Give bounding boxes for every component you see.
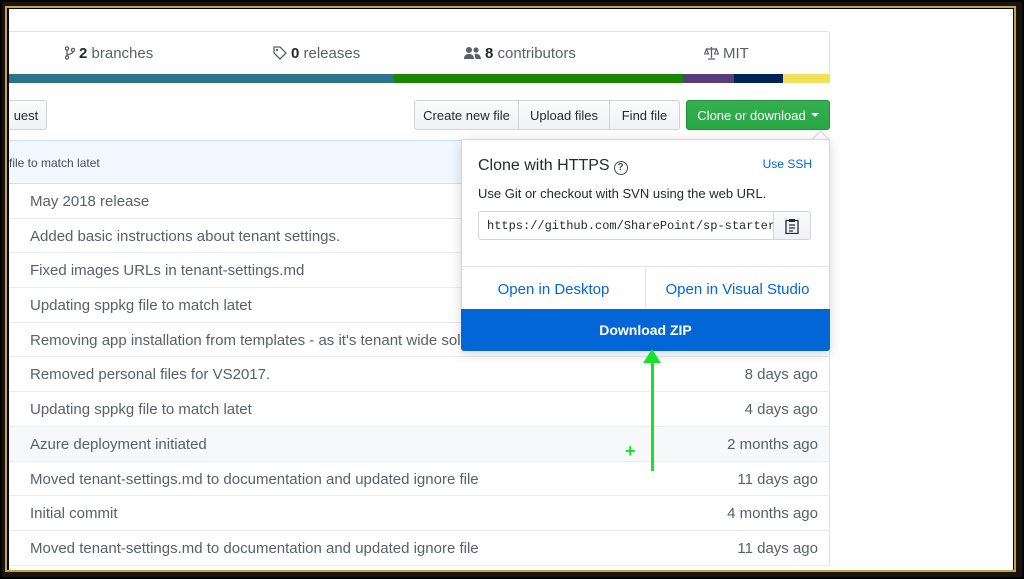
clipboard-icon (785, 218, 799, 234)
pull-request-button[interactable]: uest (9, 100, 47, 130)
commit-message-link[interactable]: Moved tenant-settings.md to documentatio… (30, 471, 479, 488)
clone-or-download-button[interactable]: Clone or download (686, 100, 830, 130)
clone-url-input[interactable]: https://github.com/SharePoint/sp-starter… (478, 211, 774, 240)
contributors-link[interactable]: 8 contributors (464, 45, 576, 62)
upload-files-button[interactable]: Upload files (518, 100, 610, 130)
releases-link[interactable]: 0 releases (273, 45, 360, 62)
annotation-plus-cursor: + (625, 441, 636, 461)
license-label: MIT (723, 45, 749, 62)
clone-or-download-label: Clone or download (697, 107, 806, 123)
clone-dropdown: Clone with HTTPS? Use SSH Use Git or che… (461, 139, 830, 351)
commit-age: 4 months ago (727, 505, 818, 523)
branch-icon (64, 46, 76, 60)
file-row[interactable]: Updating sppkg file to match latet 4 days… (9, 392, 830, 427)
language-segment (783, 74, 830, 83)
language-segment (394, 74, 683, 83)
commit-message-link[interactable]: Removing app installation from templates… (30, 332, 469, 349)
pull-request-label: uest (13, 107, 39, 123)
upload-files-label: Upload files (530, 107, 598, 123)
copy-to-clipboard-button[interactable] (773, 211, 811, 240)
commit-message-link[interactable]: Fixed images URLs in tenant-settings.md (30, 262, 304, 279)
commit-message-link[interactable]: Updating sppkg file to match latet (30, 297, 252, 314)
commit-age: 11 days ago (737, 539, 818, 557)
caret-down-icon (810, 113, 819, 117)
commit-message-link[interactable]: Added basic instructions about tenant se… (30, 228, 340, 245)
commit-message-link[interactable]: Updating sppkg file to match latet (30, 401, 252, 418)
repo-summary: 2 branches 0 releases 8 contributors MIT (9, 31, 830, 75)
open-options: Open in Desktop Open in Visual Studio (462, 266, 829, 311)
help-icon[interactable]: ? (613, 161, 628, 175)
find-file-label: Find file (621, 107, 668, 123)
clone-description: Use Git or checkout with SVN using the w… (478, 186, 767, 201)
language-segment (9, 74, 394, 83)
commit-message-link[interactable]: Azure deployment initiated (30, 436, 207, 453)
commit-message-link[interactable]: Removed personal files for VS2017. (30, 366, 270, 383)
create-new-file-label: Create new file (423, 107, 510, 123)
file-row[interactable]: Initial commit 4 months ago (9, 496, 830, 531)
language-bar[interactable] (9, 74, 830, 83)
github-repo-page: 2 branches 0 releases 8 contributors MIT… (9, 9, 1013, 570)
annotation-arrow-line (651, 359, 654, 471)
releases-label: releases (299, 45, 361, 62)
license-link[interactable]: MIT (703, 45, 749, 62)
commit-message-link[interactable]: Moved tenant-settings.md to documentatio… (30, 540, 479, 557)
file-row[interactable]: Moved tenant-settings.md to documentatio… (9, 530, 830, 566)
tag-icon (273, 46, 287, 60)
branches-link[interactable]: 2 branches (64, 45, 154, 62)
commit-age: 8 days ago (744, 366, 818, 384)
clone-title-text: Clone with HTTPS (478, 157, 610, 174)
law-scale-icon (703, 47, 720, 60)
clone-title: Clone with HTTPS? (478, 157, 628, 175)
commit-age: 11 days ago (737, 470, 818, 488)
branches-label: branches (87, 45, 154, 62)
download-zip-button[interactable]: Download ZIP (461, 309, 830, 351)
people-icon (464, 47, 481, 59)
latest-commit-message[interactable]: file to match latet (9, 156, 100, 170)
commit-message-link[interactable]: Initial commit (30, 505, 118, 522)
commit-age: 2 months ago (727, 435, 818, 453)
use-ssh-link[interactable]: Use SSH (763, 157, 812, 171)
create-new-file-button[interactable]: Create new file (414, 100, 519, 130)
file-row[interactable]: Removed personal files for VS2017. 8 days… (9, 357, 830, 393)
contributors-label: contributors (493, 45, 576, 62)
open-in-desktop-button[interactable]: Open in Desktop (462, 267, 646, 311)
annotation-arrowhead (643, 349, 661, 363)
language-segment (734, 74, 783, 83)
file-row[interactable]: Azure deployment initiated 2 months ago (9, 426, 830, 462)
file-row[interactable]: Moved tenant-settings.md to documentatio… (9, 461, 830, 497)
find-file-button[interactable]: Find file (609, 100, 680, 130)
commit-age: 4 days ago (744, 401, 818, 419)
open-in-visual-studio-button[interactable]: Open in Visual Studio (646, 267, 829, 311)
commit-message-link[interactable]: May 2018 release (30, 193, 149, 210)
language-segment (683, 74, 734, 83)
